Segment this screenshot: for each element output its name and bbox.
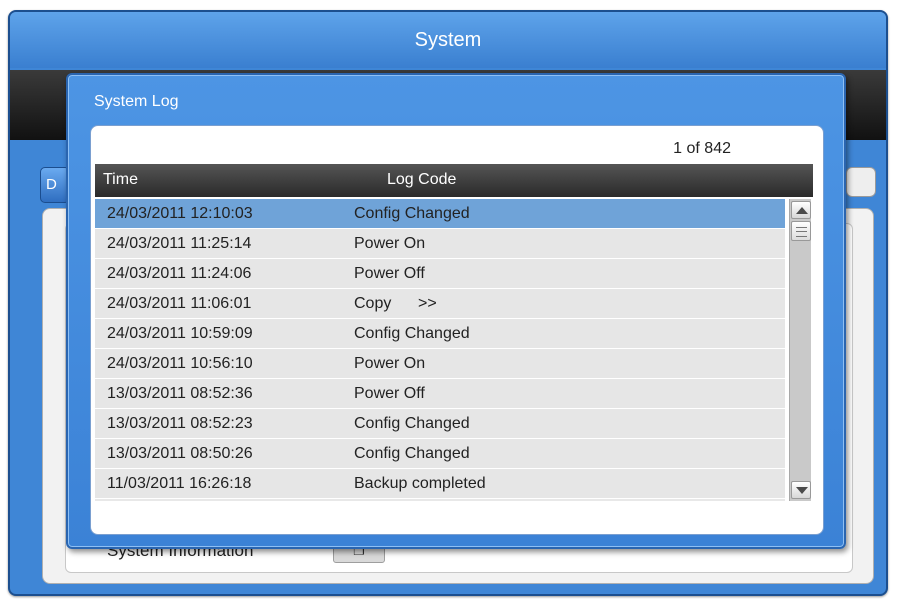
table-row[interactable]: 13/03/2011 08:52:36 Power Off	[95, 379, 785, 409]
cell-log-code: Config Changed	[354, 445, 470, 462]
column-header-log-code[interactable]: Log Code	[387, 171, 456, 189]
cell-time: 24/03/2011 10:59:09	[107, 325, 253, 342]
page-indicator: 1 of 842	[673, 140, 731, 157]
table-row[interactable]: 24/03/2011 11:24:06 Power Off	[95, 259, 785, 289]
cell-time: 24/03/2011 11:06:01	[107, 295, 252, 312]
scroll-thumb[interactable]	[791, 221, 811, 241]
table-row[interactable]: 24/03/2011 11:25:14 Power On	[95, 229, 785, 259]
table-body: 24/03/2011 12:10:03 Config Changed 24/03/2…	[95, 199, 785, 501]
table-header: Time Log Code	[95, 164, 813, 197]
table-row[interactable]: 24/03/2011 11:06:01 Copy >>	[95, 289, 785, 319]
table-row[interactable]: 13/03/2011 08:52:23 Config Changed	[95, 409, 785, 439]
table-row[interactable]: 24/03/2011 10:56:10 Power On	[95, 349, 785, 379]
cell-log-code: Copy >>	[354, 295, 437, 312]
cell-time: 13/03/2011 08:50:26	[107, 445, 253, 462]
cell-log-code: Backup completed	[354, 475, 486, 492]
cell-time: 13/03/2011 08:52:36	[107, 385, 253, 402]
cell-time: 13/03/2011 08:52:23	[107, 415, 253, 432]
cell-log-code: Power Off	[354, 265, 425, 282]
cell-time: 24/03/2011 11:24:06	[107, 265, 252, 282]
cell-time: 24/03/2011 12:10:03	[107, 205, 253, 222]
system-right-button[interactable]	[846, 167, 876, 197]
cell-log-code: Config Changed	[354, 415, 470, 432]
cell-time: 24/03/2011 10:56:10	[107, 355, 253, 372]
table-row[interactable]: 11/03/2011 16:26:18 Backup completed	[95, 469, 785, 499]
cell-time: 24/03/2011 11:25:14	[107, 235, 252, 252]
table-row[interactable]: 24/03/2011 12:10:03 Config Changed	[95, 199, 785, 229]
log-table: Time Log Code 24/03/2011 12:10:03 Config …	[95, 164, 813, 504]
cell-log-code: Power Off	[354, 385, 425, 402]
vertical-scrollbar[interactable]	[789, 199, 811, 501]
column-header-time[interactable]: Time	[103, 171, 138, 189]
dialog-title: System Log	[94, 93, 179, 110]
scroll-down-arrow-icon[interactable]	[791, 481, 811, 499]
cell-log-code: Power On	[354, 235, 426, 252]
cell-time: 11/03/2011 16:26:18	[107, 475, 252, 492]
table-row[interactable]: 24/03/2011 10:59:09 Config Changed	[95, 319, 785, 349]
system-window-title: System	[10, 12, 886, 68]
cell-log-code: Config Changed	[354, 205, 470, 222]
cell-log-code: Power On	[354, 355, 426, 372]
cell-log-code: Config Changed	[354, 325, 470, 342]
scroll-up-arrow-icon[interactable]	[791, 201, 811, 219]
table-row[interactable]: 13/03/2011 08:50:26 Config Changed	[95, 439, 785, 469]
dialog-body: 1 of 842 Time Log Code 24/03/2011 12:10:…	[90, 125, 824, 535]
system-log-dialog: System Log 1 of 842 Time Log Code 24/03/…	[66, 73, 846, 549]
